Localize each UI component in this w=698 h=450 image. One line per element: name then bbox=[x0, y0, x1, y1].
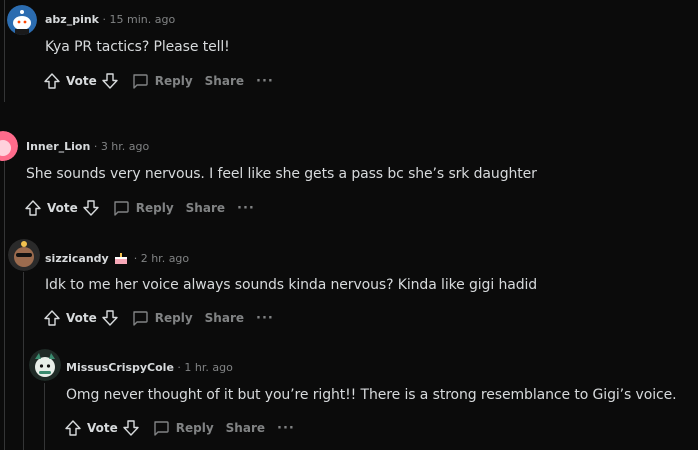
comment-author[interactable]: Inner_Lion bbox=[26, 140, 90, 153]
comment-icon bbox=[154, 421, 169, 436]
separator: · bbox=[177, 361, 181, 374]
comment-actions: Vote Reply Share ··· bbox=[64, 418, 295, 438]
comment-icon bbox=[133, 74, 148, 89]
comment-icon bbox=[114, 201, 129, 216]
thread-line[interactable] bbox=[4, 160, 5, 450]
comment-body: She sounds very nervous. I feel like she… bbox=[26, 166, 537, 182]
reply-button[interactable]: Reply bbox=[112, 199, 174, 217]
avatar[interactable] bbox=[7, 5, 37, 35]
downvote-button[interactable] bbox=[101, 309, 119, 327]
downvote-button[interactable] bbox=[82, 199, 100, 217]
more-options-button[interactable]: ··· bbox=[256, 74, 274, 89]
upvote-icon bbox=[65, 420, 81, 436]
avatar[interactable] bbox=[29, 349, 61, 381]
upvote-icon bbox=[44, 73, 60, 89]
upvote-button[interactable] bbox=[64, 419, 82, 437]
upvote-button[interactable] bbox=[24, 199, 42, 217]
share-button[interactable]: Share bbox=[205, 74, 244, 88]
upvote-button[interactable] bbox=[43, 309, 61, 327]
comment-actions: Vote Reply Share ··· bbox=[43, 308, 274, 328]
downvote-icon bbox=[102, 73, 118, 89]
reply-label: Reply bbox=[175, 421, 214, 435]
downvote-icon bbox=[83, 200, 99, 216]
comment-author[interactable]: MissusCrispyCole bbox=[66, 361, 174, 374]
more-options-button[interactable]: ··· bbox=[277, 421, 295, 436]
vote-count: Vote bbox=[87, 421, 118, 435]
comment-timestamp[interactable]: 2 hr. ago bbox=[141, 252, 189, 265]
comment-actions: Vote Reply Share ··· bbox=[43, 71, 274, 91]
separator: · bbox=[102, 13, 107, 26]
reply-button[interactable]: Reply bbox=[131, 309, 193, 327]
upvote-icon bbox=[44, 310, 60, 326]
downvote-button[interactable] bbox=[122, 419, 140, 437]
comment-author[interactable]: abz_pink bbox=[45, 13, 99, 26]
reply-button[interactable]: Reply bbox=[131, 72, 193, 90]
comment-timestamp[interactable]: 3 hr. ago bbox=[101, 140, 149, 153]
comment-timestamp[interactable]: 1 hr. ago bbox=[184, 361, 232, 374]
comment-timestamp[interactable]: 15 min. ago bbox=[110, 13, 176, 26]
comment-actions: Vote Reply Share ··· bbox=[24, 198, 255, 218]
more-options-button[interactable]: ··· bbox=[256, 311, 274, 326]
comment-body: Kya PR tactics? Please tell! bbox=[45, 39, 230, 55]
comment-author[interactable]: sizzicandy bbox=[45, 252, 109, 265]
separator: · bbox=[133, 252, 138, 265]
share-button[interactable]: Share bbox=[226, 421, 265, 435]
reply-label: Reply bbox=[154, 74, 193, 88]
upvote-icon bbox=[25, 200, 41, 216]
upvote-button[interactable] bbox=[43, 72, 61, 90]
thread-line[interactable] bbox=[44, 383, 45, 450]
comment-body: Idk to me her voice always sounds kinda … bbox=[45, 277, 538, 293]
downvote-icon bbox=[102, 310, 118, 326]
share-button[interactable]: Share bbox=[186, 201, 225, 215]
downvote-button[interactable] bbox=[101, 72, 119, 90]
reply-label: Reply bbox=[135, 201, 174, 215]
avatar[interactable] bbox=[0, 131, 18, 161]
more-options-button[interactable]: ··· bbox=[237, 201, 255, 216]
thread-line[interactable] bbox=[23, 272, 24, 450]
vote-count: Vote bbox=[47, 201, 78, 215]
avatar[interactable] bbox=[8, 239, 40, 271]
vote-count: Vote bbox=[66, 311, 97, 325]
vote-count: Vote bbox=[66, 74, 97, 88]
cake-icon bbox=[114, 253, 128, 265]
separator: · bbox=[93, 140, 98, 153]
thread-line[interactable] bbox=[4, 0, 5, 102]
comment-body: Omg never thought of it but you’re right… bbox=[66, 387, 677, 403]
comment-icon bbox=[133, 311, 148, 326]
reply-label: Reply bbox=[154, 311, 193, 325]
share-button[interactable]: Share bbox=[205, 311, 244, 325]
reply-button[interactable]: Reply bbox=[152, 419, 214, 437]
downvote-icon bbox=[123, 420, 139, 436]
